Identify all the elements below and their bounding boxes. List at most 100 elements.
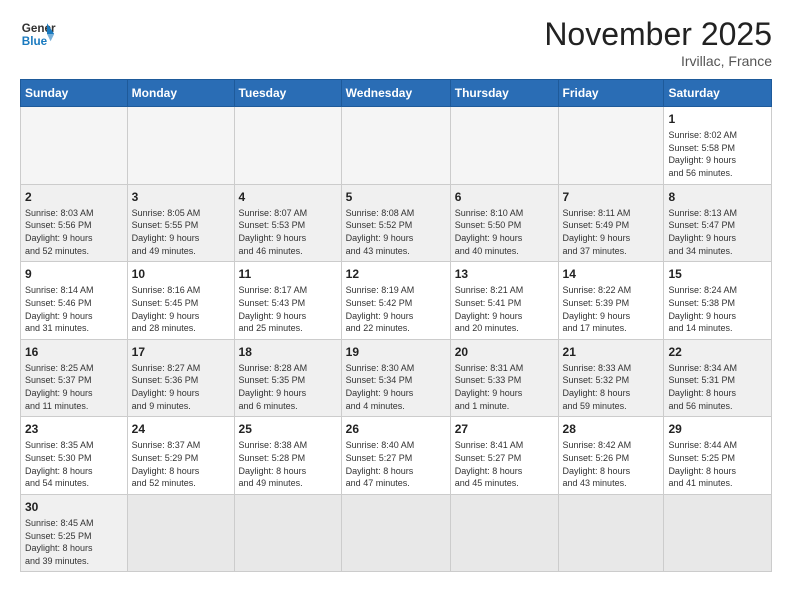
- day-number: 25: [239, 421, 337, 437]
- day-number: 26: [346, 421, 446, 437]
- day-number: 17: [132, 344, 230, 360]
- day-info: Sunrise: 8:10 AM Sunset: 5:50 PM Dayligh…: [455, 207, 554, 257]
- calendar-day: 10 Sunrise: 8:16 AM Sunset: 5:45 PM Dayli…: [127, 262, 234, 340]
- calendar-week-1: 2 Sunrise: 8:03 AM Sunset: 5:56 PM Daylig…: [21, 184, 772, 262]
- calendar-day: [558, 494, 664, 572]
- calendar-day: 20Sunrise: 8:31 AM Sunset: 5:33 PM Dayli…: [450, 339, 558, 417]
- calendar-day: [234, 494, 341, 572]
- day-number: 21: [563, 344, 660, 360]
- day-number: 14: [563, 266, 660, 282]
- day-number: 23: [25, 421, 123, 437]
- day-number: 11: [239, 266, 337, 282]
- calendar-day: 5Sunrise: 8:08 AM Sunset: 5:52 PM Daylig…: [341, 184, 450, 262]
- day-number: 28: [563, 421, 660, 437]
- day-info: Sunrise: 8:14 AM Sunset: 5:46 PM Dayligh…: [25, 284, 123, 334]
- calendar-day: 6 Sunrise: 8:10 AM Sunset: 5:50 PM Daylig…: [450, 184, 558, 262]
- calendar-week-2: 9 Sunrise: 8:14 AM Sunset: 5:46 PM Daylig…: [21, 262, 772, 340]
- day-number: 6: [455, 189, 554, 205]
- day-number: 5: [346, 189, 446, 205]
- calendar-day: 4Sunrise: 8:07 AM Sunset: 5:53 PM Daylig…: [234, 184, 341, 262]
- calendar-day: 19 Sunrise: 8:30 AM Sunset: 5:34 PM Dayli…: [341, 339, 450, 417]
- day-number: 2: [25, 189, 123, 205]
- day-number: 27: [455, 421, 554, 437]
- day-info: Sunrise: 8:38 AM Sunset: 5:28 PM Dayligh…: [239, 439, 337, 489]
- calendar-header-row: SundayMondayTuesdayWednesdayThursdayFrid…: [21, 80, 772, 107]
- day-info: Sunrise: 8:24 AM Sunset: 5:38 PM Dayligh…: [668, 284, 767, 334]
- calendar-day: [450, 494, 558, 572]
- calendar-day: 7Sunrise: 8:11 AM Sunset: 5:49 PM Daylig…: [558, 184, 664, 262]
- calendar-day: [341, 107, 450, 185]
- calendar-header-sunday: Sunday: [21, 80, 128, 107]
- header: General Blue November 2025 Irvillac, Fra…: [20, 16, 772, 69]
- calendar-header-thursday: Thursday: [450, 80, 558, 107]
- calendar-day: 12Sunrise: 8:19 AM Sunset: 5:42 PM Dayli…: [341, 262, 450, 340]
- calendar-week-0: 1Sunrise: 8:02 AM Sunset: 5:58 PM Daylig…: [21, 107, 772, 185]
- day-number: 16: [25, 344, 123, 360]
- day-info: Sunrise: 8:35 AM Sunset: 5:30 PM Dayligh…: [25, 439, 123, 489]
- title-block: November 2025 Irvillac, France: [544, 16, 772, 69]
- calendar-day: [234, 107, 341, 185]
- calendar-day: 9 Sunrise: 8:14 AM Sunset: 5:46 PM Daylig…: [21, 262, 128, 340]
- logo-icon: General Blue: [20, 16, 56, 52]
- day-info: Sunrise: 8:33 AM Sunset: 5:32 PM Dayligh…: [563, 362, 660, 412]
- day-info: Sunrise: 8:17 AM Sunset: 5:43 PM Dayligh…: [239, 284, 337, 334]
- calendar-day: 17Sunrise: 8:27 AM Sunset: 5:36 PM Dayli…: [127, 339, 234, 417]
- calendar-day: 1Sunrise: 8:02 AM Sunset: 5:58 PM Daylig…: [664, 107, 772, 185]
- calendar-header-wednesday: Wednesday: [341, 80, 450, 107]
- calendar-day: 14 Sunrise: 8:22 AM Sunset: 5:39 PM Dayli…: [558, 262, 664, 340]
- calendar-day: 15Sunrise: 8:24 AM Sunset: 5:38 PM Dayli…: [664, 262, 772, 340]
- calendar-week-3: 16 Sunrise: 8:25 AM Sunset: 5:37 PM Dayli…: [21, 339, 772, 417]
- calendar-week-5: 30Sunrise: 8:45 AM Sunset: 5:25 PM Dayli…: [21, 494, 772, 572]
- day-info: Sunrise: 8:44 AM Sunset: 5:25 PM Dayligh…: [668, 439, 767, 489]
- calendar-day: 22Sunrise: 8:34 AM Sunset: 5:31 PM Dayli…: [664, 339, 772, 417]
- day-info: Sunrise: 8:02 AM Sunset: 5:58 PM Dayligh…: [668, 129, 767, 179]
- day-number: 10: [132, 266, 230, 282]
- day-info: Sunrise: 8:25 AM Sunset: 5:37 PM Dayligh…: [25, 362, 123, 412]
- calendar-day: 26 Sunrise: 8:40 AM Sunset: 5:27 PM Dayli…: [341, 417, 450, 495]
- day-number: 8: [668, 189, 767, 205]
- day-info: Sunrise: 8:42 AM Sunset: 5:26 PM Dayligh…: [563, 439, 660, 489]
- day-info: Sunrise: 8:28 AM Sunset: 5:35 PM Dayligh…: [239, 362, 337, 412]
- day-info: Sunrise: 8:41 AM Sunset: 5:27 PM Dayligh…: [455, 439, 554, 489]
- day-info: Sunrise: 8:21 AM Sunset: 5:41 PM Dayligh…: [455, 284, 554, 334]
- calendar-header-monday: Monday: [127, 80, 234, 107]
- calendar-day: [450, 107, 558, 185]
- calendar-day: 2 Sunrise: 8:03 AM Sunset: 5:56 PM Daylig…: [21, 184, 128, 262]
- day-number: 19: [346, 344, 446, 360]
- calendar-day: 29 Sunrise: 8:44 AM Sunset: 5:25 PM Dayli…: [664, 417, 772, 495]
- calendar-header-friday: Friday: [558, 80, 664, 107]
- day-info: Sunrise: 8:40 AM Sunset: 5:27 PM Dayligh…: [346, 439, 446, 489]
- day-info: Sunrise: 8:05 AM Sunset: 5:55 PM Dayligh…: [132, 207, 230, 257]
- month-title: November 2025: [544, 16, 772, 53]
- calendar-header-tuesday: Tuesday: [234, 80, 341, 107]
- day-info: Sunrise: 8:07 AM Sunset: 5:53 PM Dayligh…: [239, 207, 337, 257]
- day-info: Sunrise: 8:30 AM Sunset: 5:34 PM Dayligh…: [346, 362, 446, 412]
- day-number: 9: [25, 266, 123, 282]
- day-info: Sunrise: 8:11 AM Sunset: 5:49 PM Dayligh…: [563, 207, 660, 257]
- calendar-day: 25 Sunrise: 8:38 AM Sunset: 5:28 PM Dayli…: [234, 417, 341, 495]
- day-number: 29: [668, 421, 767, 437]
- calendar-day: 8 Sunrise: 8:13 AM Sunset: 5:47 PM Daylig…: [664, 184, 772, 262]
- day-info: Sunrise: 8:03 AM Sunset: 5:56 PM Dayligh…: [25, 207, 123, 257]
- calendar-day: 23 Sunrise: 8:35 AM Sunset: 5:30 PM Dayli…: [21, 417, 128, 495]
- calendar-day: [664, 494, 772, 572]
- calendar-header-saturday: Saturday: [664, 80, 772, 107]
- day-number: 20: [455, 344, 554, 360]
- page: General Blue November 2025 Irvillac, Fra…: [0, 0, 792, 612]
- calendar-day: 3 Sunrise: 8:05 AM Sunset: 5:55 PM Daylig…: [127, 184, 234, 262]
- calendar-table: SundayMondayTuesdayWednesdayThursdayFrid…: [20, 79, 772, 572]
- calendar-day: [21, 107, 128, 185]
- day-number: 24: [132, 421, 230, 437]
- day-info: Sunrise: 8:37 AM Sunset: 5:29 PM Dayligh…: [132, 439, 230, 489]
- day-info: Sunrise: 8:22 AM Sunset: 5:39 PM Dayligh…: [563, 284, 660, 334]
- calendar-day: 28 Sunrise: 8:42 AM Sunset: 5:26 PM Dayli…: [558, 417, 664, 495]
- calendar-day: [127, 107, 234, 185]
- calendar-day: 30Sunrise: 8:45 AM Sunset: 5:25 PM Dayli…: [21, 494, 128, 572]
- day-number: 3: [132, 189, 230, 205]
- calendar-day: 21 Sunrise: 8:33 AM Sunset: 5:32 PM Dayli…: [558, 339, 664, 417]
- day-info: Sunrise: 8:34 AM Sunset: 5:31 PM Dayligh…: [668, 362, 767, 412]
- day-number: 12: [346, 266, 446, 282]
- day-info: Sunrise: 8:16 AM Sunset: 5:45 PM Dayligh…: [132, 284, 230, 334]
- day-info: Sunrise: 8:13 AM Sunset: 5:47 PM Dayligh…: [668, 207, 767, 257]
- day-number: 18: [239, 344, 337, 360]
